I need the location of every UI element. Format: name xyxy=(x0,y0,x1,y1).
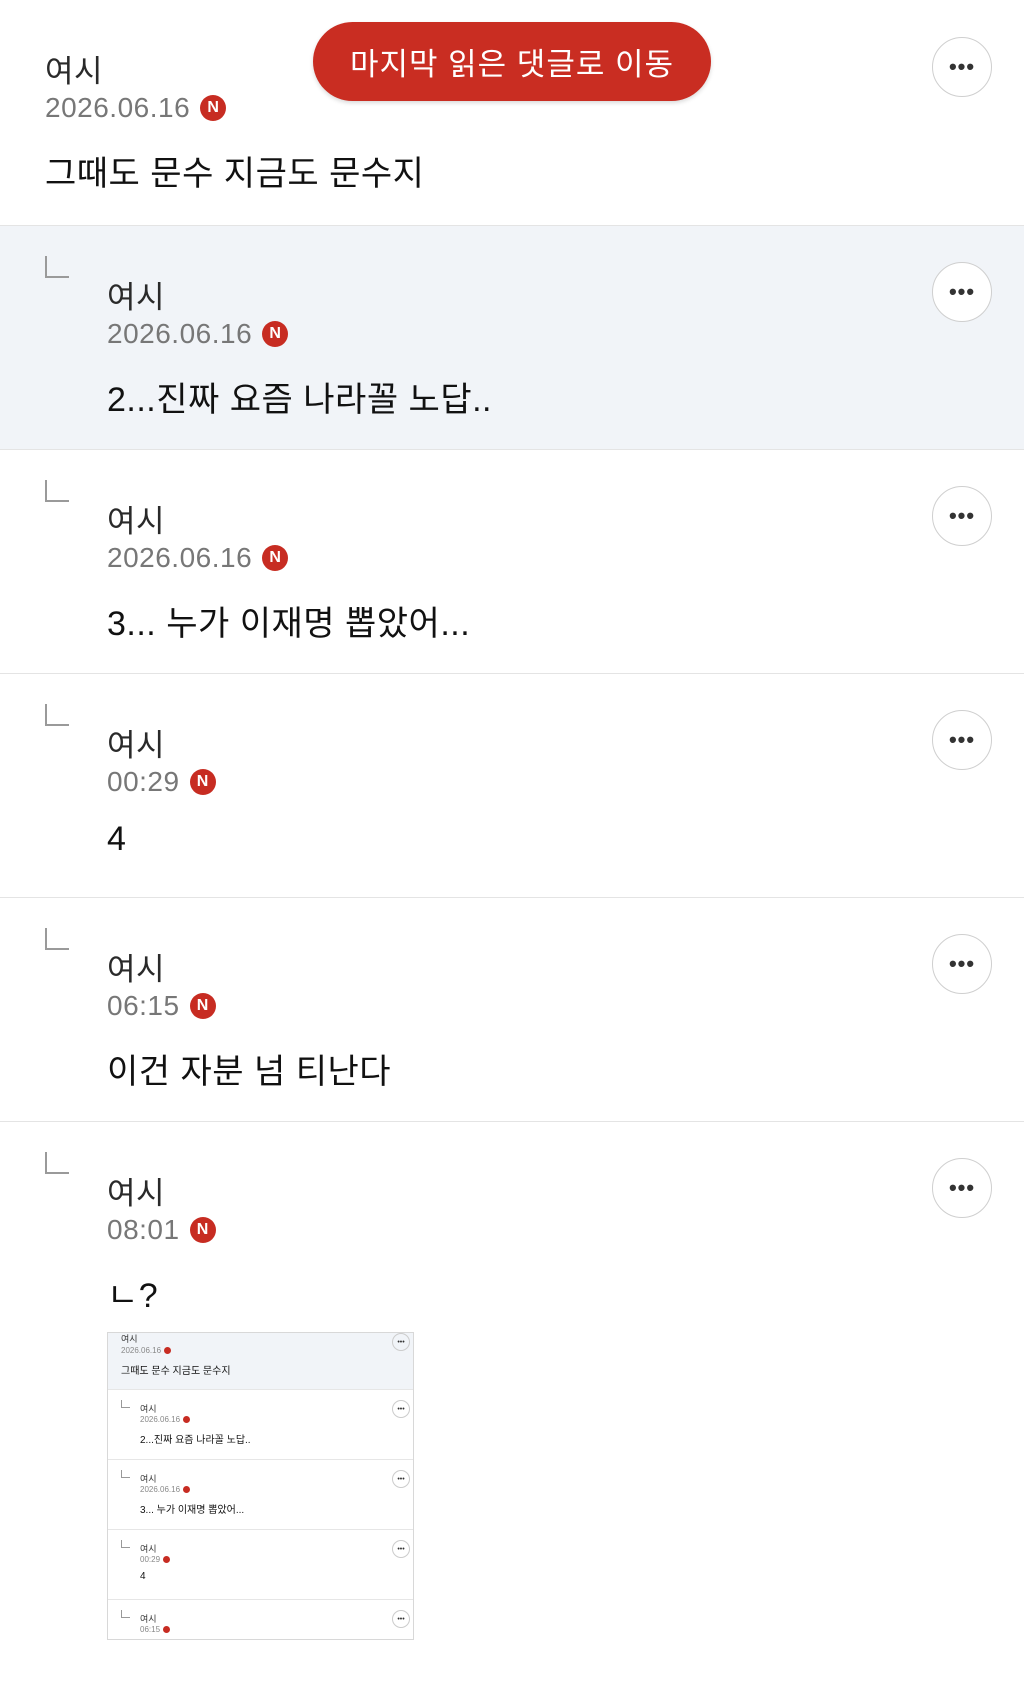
comment-date: 2026.06.16 xyxy=(107,318,253,349)
new-badge-icon xyxy=(183,1416,191,1423)
mini-text: 2...진짜 요즘 나라꼴 노답.. xyxy=(140,1435,251,1446)
new-badge-icon: N xyxy=(189,993,216,1019)
comment-date: 2026.06.16 xyxy=(45,92,191,123)
jump-to-last-read-button[interactable]: 마지막 읽은 댓글로 이동 xyxy=(313,22,711,101)
mini-date: 06:15 xyxy=(140,1625,161,1634)
mini-comment: 여시 00:29 4 ••• xyxy=(108,1529,413,1599)
comment-date: 06:15 xyxy=(107,990,180,1021)
mini-comment: 여시 2026.06.16 2...진짜 요즘 나라꼴 노답.. ••• xyxy=(108,1389,413,1459)
comment-date: 00:29 xyxy=(107,766,180,797)
more-options-button[interactable]: ••• xyxy=(932,1158,992,1218)
reply-arrow-icon xyxy=(45,928,69,950)
mini-comment: 여시 2026.06.16 그때도 문수 지금도 문수지 ••• xyxy=(108,1333,413,1389)
new-badge-icon xyxy=(163,1626,171,1633)
mini-text: 그때도 문수 지금도 문수지 xyxy=(121,1366,231,1377)
comment-text: 2...진짜 요즘 나라꼴 노답.. xyxy=(107,381,492,419)
mini-author: 여시 xyxy=(140,1474,157,1484)
reply-item: 여시 2026.06.16 N 3... 누가 이재명 뽑았어... ••• xyxy=(0,449,1024,673)
mini-date: 2026.06.16 xyxy=(121,1346,162,1355)
more-icon: ••• xyxy=(392,1610,410,1628)
mini-meta: 2026.06.16 xyxy=(121,1346,172,1355)
mini-author: 여시 xyxy=(140,1544,157,1554)
mini-meta: 2026.06.16 xyxy=(140,1485,191,1494)
comment-author: 여시 xyxy=(45,54,104,89)
new-badge-icon: N xyxy=(189,769,216,795)
attached-image[interactable]: 여시 2026.06.16 그때도 문수 지금도 문수지 ••• 여시 2026… xyxy=(107,1332,414,1640)
reply-arrow-icon xyxy=(45,480,69,502)
new-badge-icon: N xyxy=(262,321,289,347)
mini-text: 4 xyxy=(140,1571,146,1582)
comment-author: 여시 xyxy=(107,1176,166,1211)
mini-meta: 2026.06.16 xyxy=(140,1415,191,1424)
new-badge-icon xyxy=(163,1556,171,1563)
reply-arrow-icon xyxy=(121,1470,130,1478)
comment-meta: 06:15 N xyxy=(107,990,216,1022)
more-icon: ••• xyxy=(392,1400,410,1418)
more-icon: ••• xyxy=(392,1470,410,1488)
comment-text: 이건 자분 넘 티난다 xyxy=(107,1053,392,1091)
comment-author: 여시 xyxy=(107,280,166,315)
mini-comment: 여시 06:15 ••• xyxy=(108,1599,413,1639)
mini-text: 3... 누가 이재명 뽑았어... xyxy=(140,1505,245,1516)
comment-date: 2026.06.16 xyxy=(107,542,253,573)
more-icon: ••• xyxy=(392,1333,410,1351)
reply-arrow-icon xyxy=(45,256,69,278)
reply-arrow-icon xyxy=(121,1400,130,1408)
comment-meta: 2026.06.16 N xyxy=(107,318,289,350)
comment-author: 여시 xyxy=(107,728,166,763)
new-badge-icon: N xyxy=(200,95,227,121)
mini-comment: 여시 2026.06.16 3... 누가 이재명 뽑았어... ••• xyxy=(108,1459,413,1529)
comment-meta: 2026.06.16 N xyxy=(107,542,289,574)
comment-author: 여시 xyxy=(107,952,166,987)
mini-meta: 00:29 xyxy=(140,1555,171,1564)
reply-item: 여시 2026.06.16 N 2...진짜 요즘 나라꼴 노답.. ••• xyxy=(0,225,1024,449)
comment-text: 4 xyxy=(107,820,127,858)
mini-meta: 06:15 xyxy=(140,1625,171,1634)
mini-date: 00:29 xyxy=(140,1555,161,1564)
more-options-button[interactable]: ••• xyxy=(932,262,992,322)
comment-text: 그때도 문수 지금도 문수지 xyxy=(45,155,425,193)
more-options-button[interactable]: ••• xyxy=(932,710,992,770)
new-badge-icon: N xyxy=(262,545,289,571)
mini-author: 여시 xyxy=(140,1614,157,1624)
more-icon: ••• xyxy=(392,1540,410,1558)
comment-meta: 00:29 N xyxy=(107,766,216,798)
comment-meta: 08:01 N xyxy=(107,1214,216,1246)
more-options-button[interactable]: ••• xyxy=(932,37,992,97)
mini-date: 2026.06.16 xyxy=(140,1485,181,1494)
comment-text: 3... 누가 이재명 뽑았어... xyxy=(107,605,471,643)
reply-arrow-icon xyxy=(121,1610,130,1618)
new-badge-icon xyxy=(164,1347,172,1354)
new-badge-icon xyxy=(183,1486,191,1493)
reply-arrow-icon xyxy=(45,704,69,726)
comment-meta: 2026.06.16 N xyxy=(45,92,227,124)
reply-arrow-icon xyxy=(121,1540,130,1548)
comment-author: 여시 xyxy=(107,504,166,539)
mini-date: 2026.06.16 xyxy=(140,1415,181,1424)
more-options-button[interactable]: ••• xyxy=(932,486,992,546)
more-options-button[interactable]: ••• xyxy=(932,934,992,994)
reply-item: 여시 00:29 N 4 ••• xyxy=(0,673,1024,897)
mini-author: 여시 xyxy=(140,1404,157,1414)
new-badge-icon: N xyxy=(189,1217,216,1243)
comment-date: 08:01 xyxy=(107,1214,180,1245)
reply-item: 여시 06:15 N 이건 자분 넘 티난다 ••• xyxy=(0,897,1024,1121)
mini-author: 여시 xyxy=(121,1334,138,1344)
reply-arrow-icon xyxy=(45,1152,69,1174)
comment-text: ㄴ? xyxy=(107,1277,159,1315)
